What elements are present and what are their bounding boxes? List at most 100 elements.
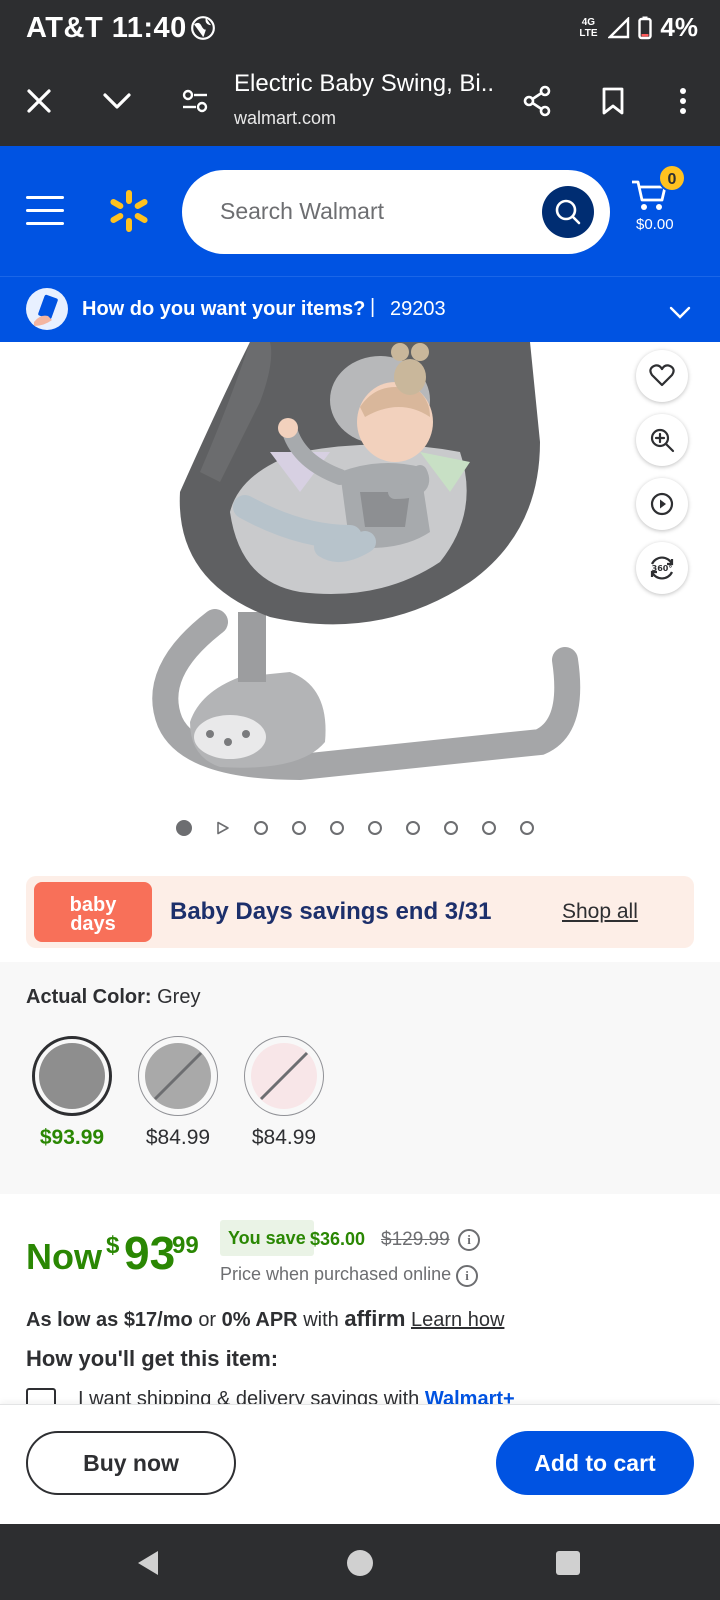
swatch-unavailable-fill [251,1043,317,1109]
favorite-button[interactable] [636,350,688,402]
heart-icon [649,364,675,387]
play-circle-icon [650,492,674,516]
price-now-label: Now [26,1236,102,1277]
swatch-price: $84.99 [145,1126,211,1149]
zoom-in-icon [650,428,675,453]
walmart-header: Search Walmart 0 $0.00 How do you want y… [0,146,720,342]
delivery-prompt: How do you want your items? [82,298,366,320]
more-options-button[interactable] [660,78,706,124]
site-settings-button[interactable] [172,78,218,124]
info-icon[interactable]: i [456,1265,478,1287]
swatch-unavailable-fill [145,1043,211,1109]
share-button[interactable] [514,78,560,124]
bookmark-icon [602,87,624,115]
svg-text:360°: 360° [652,564,673,573]
delivery-phone-icon [26,288,68,330]
status-bar: AT&T 11:40 4G LTE 4% [0,0,720,56]
walmart-spark-logo[interactable] [106,188,152,234]
delivery-selector[interactable]: How do you want your items? | 29203 [0,286,720,342]
header-divider [0,276,720,277]
color-swatch-unavailable[interactable] [138,1036,218,1116]
price-cents: 99 [172,1232,199,1259]
cart-count-badge: 0 [658,164,686,192]
carousel-video-indicator[interactable] [216,821,230,835]
carousel-dot[interactable] [254,821,268,835]
carousel-dot-active[interactable] [176,820,192,836]
color-swatch-grey[interactable] [32,1036,112,1116]
add-to-cart-button[interactable]: Add to cart [496,1431,694,1495]
360-view-button[interactable]: 360° [636,542,688,594]
network-indicator: 4G LTE [579,16,598,39]
globe-icon [191,16,215,40]
status-carrier-time: AT&T 11:40 [26,12,187,44]
fulfillment-heading: How you'll get this item: [26,1346,279,1371]
search-button[interactable] [542,186,594,238]
zoom-button[interactable] [636,414,688,466]
promo-text: Baby Days savings end 3/31 [170,898,492,925]
delivery-zip: 29203 [390,298,446,320]
shop-all-link[interactable]: Shop all [562,900,638,924]
promo-banner[interactable]: baby days Baby Days savings end 3/31 Sho… [26,876,694,948]
financing-line: As low as $17/mo or 0% APR with affirm L… [26,1306,505,1331]
carousel-indicators [176,820,534,836]
page-url[interactable]: walmart.com [234,108,336,129]
back-icon[interactable] [134,1548,164,1578]
carousel-dot[interactable] [520,821,534,835]
color-value: Grey [157,986,201,1008]
cart-button[interactable]: 0 $0.00 [630,164,700,242]
color-selector: Actual Color: Grey $93.99 $84.99 $84.99 [0,962,720,1194]
share-icon [523,85,551,117]
menu-icon-line [26,209,64,212]
purchase-action-bar: Buy now Add to cart [0,1404,720,1524]
swatch-price: $84.99 [251,1126,317,1149]
product-image [152,342,581,781]
product-image-carousel[interactable]: 360° [0,342,720,862]
carousel-dot[interactable] [368,821,382,835]
carousel-dot[interactable] [330,821,344,835]
price-dollars: 93 [124,1227,176,1279]
more-vert-icon [680,88,686,114]
minimize-button[interactable] [94,78,140,124]
you-save-badge: You save [220,1220,314,1256]
system-navigation-bar [0,1524,720,1600]
search-icon [555,199,581,225]
save-amount: $36.00 [310,1229,366,1249]
affirm-logo: affirm [344,1306,406,1331]
menu-button[interactable] [26,196,64,226]
recents-icon[interactable] [553,1548,583,1578]
carousel-dot[interactable] [292,821,306,835]
buy-now-button[interactable]: Buy now [26,1431,236,1495]
close-tab-button[interactable] [16,78,62,124]
price-note: Price when purchased online [220,1264,452,1284]
price-currency: $ [106,1232,120,1259]
delivery-separator: | [370,296,376,318]
browser-toolbar: Electric Baby Swing, Bi... walmart.com [0,56,720,146]
video-button[interactable] [636,478,688,530]
battery-percent: 4% [660,12,698,42]
swatch-price: $93.99 [39,1126,105,1149]
swatch-fill [39,1043,105,1109]
color-label: Actual Color: Grey [26,986,201,1008]
search-input[interactable]: Search Walmart [182,170,610,254]
search-placeholder: Search Walmart [220,198,385,224]
page-title[interactable]: Electric Baby Swing, Bi... [234,70,494,98]
carousel-dot[interactable] [406,821,420,835]
menu-icon-line [26,222,64,225]
carousel-dot[interactable] [482,821,496,835]
was-price: $129.99 [381,1229,450,1250]
signal-icon [608,16,630,38]
bookmark-button[interactable] [590,78,636,124]
menu-icon-line [26,196,64,199]
cart-total: $0.00 [636,216,674,233]
info-icon[interactable]: i [458,1229,480,1251]
baby-days-logo: baby days [34,882,152,942]
battery-icon [638,16,653,39]
color-swatch-unavailable[interactable] [244,1036,324,1116]
360-icon: 360° [650,556,674,580]
home-icon[interactable] [345,1548,375,1578]
tune-icon [182,89,208,113]
chevron-down-icon [669,306,691,319]
learn-how-link[interactable]: Learn how [411,1309,504,1331]
chevron-down-icon [103,93,131,109]
carousel-dot[interactable] [444,821,458,835]
